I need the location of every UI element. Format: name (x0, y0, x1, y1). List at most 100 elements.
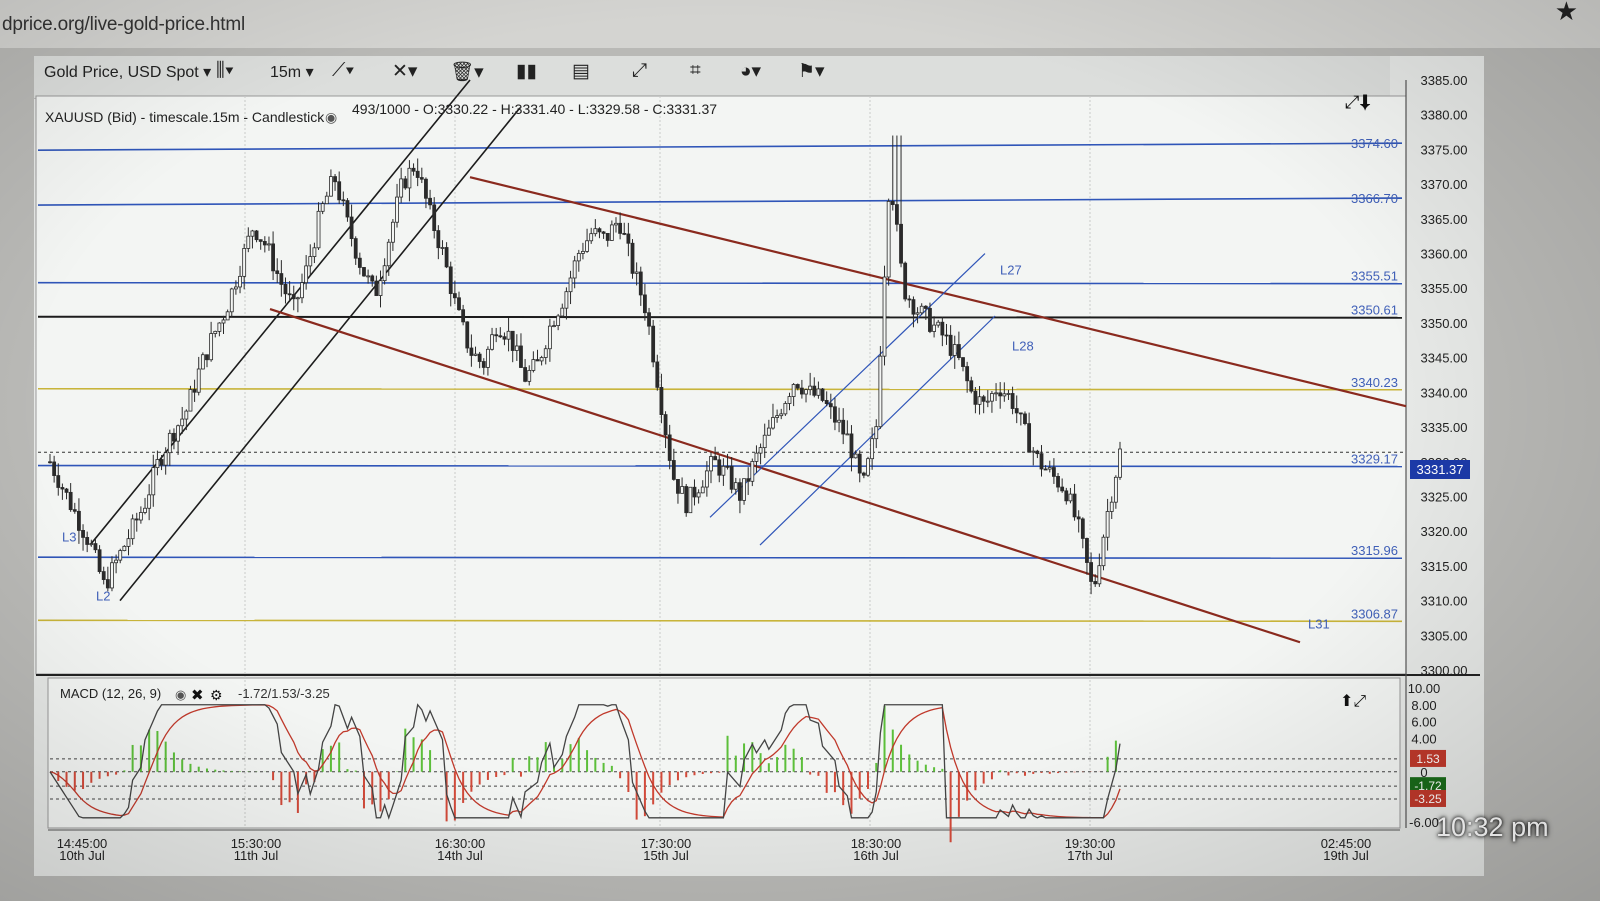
y-tick-label: 3385.00 (1421, 73, 1468, 88)
candle-body (853, 453, 858, 459)
macd-y-tick: 4.00 (1411, 731, 1436, 746)
candle-body (696, 492, 701, 498)
candle-body (717, 459, 722, 476)
candle-body (766, 427, 771, 436)
macd-histogram-bar (115, 771, 118, 775)
macd-histogram-bar (222, 770, 225, 772)
candle-body (547, 325, 552, 350)
candle-body (1060, 486, 1065, 492)
candle-body (795, 384, 800, 389)
candle-body (337, 181, 342, 201)
macd-histogram-bar (767, 763, 770, 772)
line-label: L28 (1012, 339, 1034, 354)
candle-body (630, 242, 635, 274)
chart-header: XAUUSD (Bid) - timescale.15m - Candlesti… (45, 109, 325, 125)
candle-body (138, 512, 143, 521)
candle-body (1093, 581, 1098, 585)
candle-body (775, 415, 780, 418)
macd-histogram-bar (272, 771, 275, 781)
candle-body (824, 400, 829, 404)
candle-body (907, 298, 912, 301)
candle-body (81, 530, 85, 538)
macd-histogram-bar (685, 771, 688, 778)
candle-body (535, 359, 540, 362)
macd-histogram-bar (387, 771, 390, 800)
candle-body (684, 486, 689, 514)
macd-header: MACD (12, 26, 9) (60, 686, 161, 701)
macd-y-tick: -6.00 (1409, 815, 1439, 830)
candle-body (213, 330, 218, 334)
candle-body (399, 178, 404, 198)
candle-body (254, 230, 259, 241)
candle-body (676, 479, 680, 494)
macd-histogram-bar (321, 749, 324, 772)
candle-body (353, 238, 358, 259)
candle-body (89, 543, 94, 545)
candle-body (295, 297, 300, 300)
y-tick-label: 3350.00 (1421, 316, 1468, 331)
macd-histogram-bar (131, 744, 134, 772)
macd-histogram-bar (429, 750, 432, 772)
candle-body (940, 321, 945, 336)
candle-body (560, 307, 565, 317)
candle-body (857, 453, 862, 474)
candle-body (874, 426, 879, 440)
macd-histogram-bar (900, 744, 903, 772)
candle-body (721, 465, 726, 476)
candle-body (60, 487, 65, 490)
main-plot-area[interactable] (35, 95, 1407, 675)
macd-histogram-bar (619, 771, 622, 779)
candle-body (568, 277, 573, 293)
candle-body (159, 459, 164, 466)
y-axis-ticks: 3385.00 3380.00 3375.00 3370.00 3365.00 3360.… (1421, 73, 1468, 678)
eye-icon[interactable]: ◉ (325, 109, 337, 125)
candle-body (804, 389, 808, 395)
level-label: 3366.70 (1351, 191, 1398, 206)
macd-histogram-bar (181, 759, 184, 772)
macd-histogram-bar (701, 771, 704, 774)
y-tick-label: 3305.00 (1421, 628, 1468, 643)
candle-body (614, 222, 618, 226)
macd-settings-icon[interactable]: ⚙ (210, 687, 223, 703)
macd-histogram-bar (544, 742, 547, 772)
macd-expand-icon[interactable]: ⬆⤢ (1340, 693, 1366, 710)
candle-body (134, 518, 139, 521)
macd-histogram-bar (933, 767, 936, 772)
candle-body (105, 579, 110, 589)
macd-close-icon[interactable]: ✖ (191, 687, 204, 704)
candle-body (1047, 467, 1052, 470)
x-tick-date: 17th Jul (1067, 848, 1113, 863)
chart-header-stats: 493/1000 - O:3330.22 - H:3331.40 - L:332… (352, 101, 717, 117)
x-tick-date: 10th Jul (59, 848, 105, 863)
candle-body (200, 354, 205, 370)
candle-body (209, 333, 214, 361)
macd-histogram-bar (924, 764, 927, 772)
expand-icon[interactable]: ⤢⬇ (1345, 92, 1371, 112)
candle-body (1023, 413, 1027, 424)
candle-body (382, 265, 387, 282)
candle-body (618, 222, 623, 234)
y-tick-label: 3380.00 (1421, 108, 1468, 123)
macd-histogram-bar (842, 771, 845, 806)
candle-body (903, 262, 908, 300)
candle-body (692, 486, 697, 498)
candle-body (407, 167, 412, 189)
candle-body (225, 311, 230, 321)
y-tick-label: 3325.00 (1421, 489, 1468, 504)
candle-body (1031, 450, 1036, 453)
macd-histogram-bar (338, 742, 341, 772)
candle-body (250, 230, 255, 237)
candle-body (746, 478, 751, 482)
candle-body (969, 380, 974, 392)
level-label: 3355.51 (1351, 269, 1398, 284)
candle-body (552, 325, 556, 327)
candle-body (1068, 493, 1073, 502)
macd-eye-icon[interactable]: ◉ (175, 687, 186, 702)
candle-body (733, 482, 738, 490)
macd-value-label: 1.53 (1416, 752, 1440, 766)
candle-body (424, 178, 428, 199)
macd-histogram-bar (412, 737, 415, 772)
line-label: L3 (62, 530, 76, 545)
candle-body (143, 507, 147, 513)
x-axis-ticks: 14:45:0010th Jul15:30:0011th Jul16:30:00… (57, 836, 1372, 863)
